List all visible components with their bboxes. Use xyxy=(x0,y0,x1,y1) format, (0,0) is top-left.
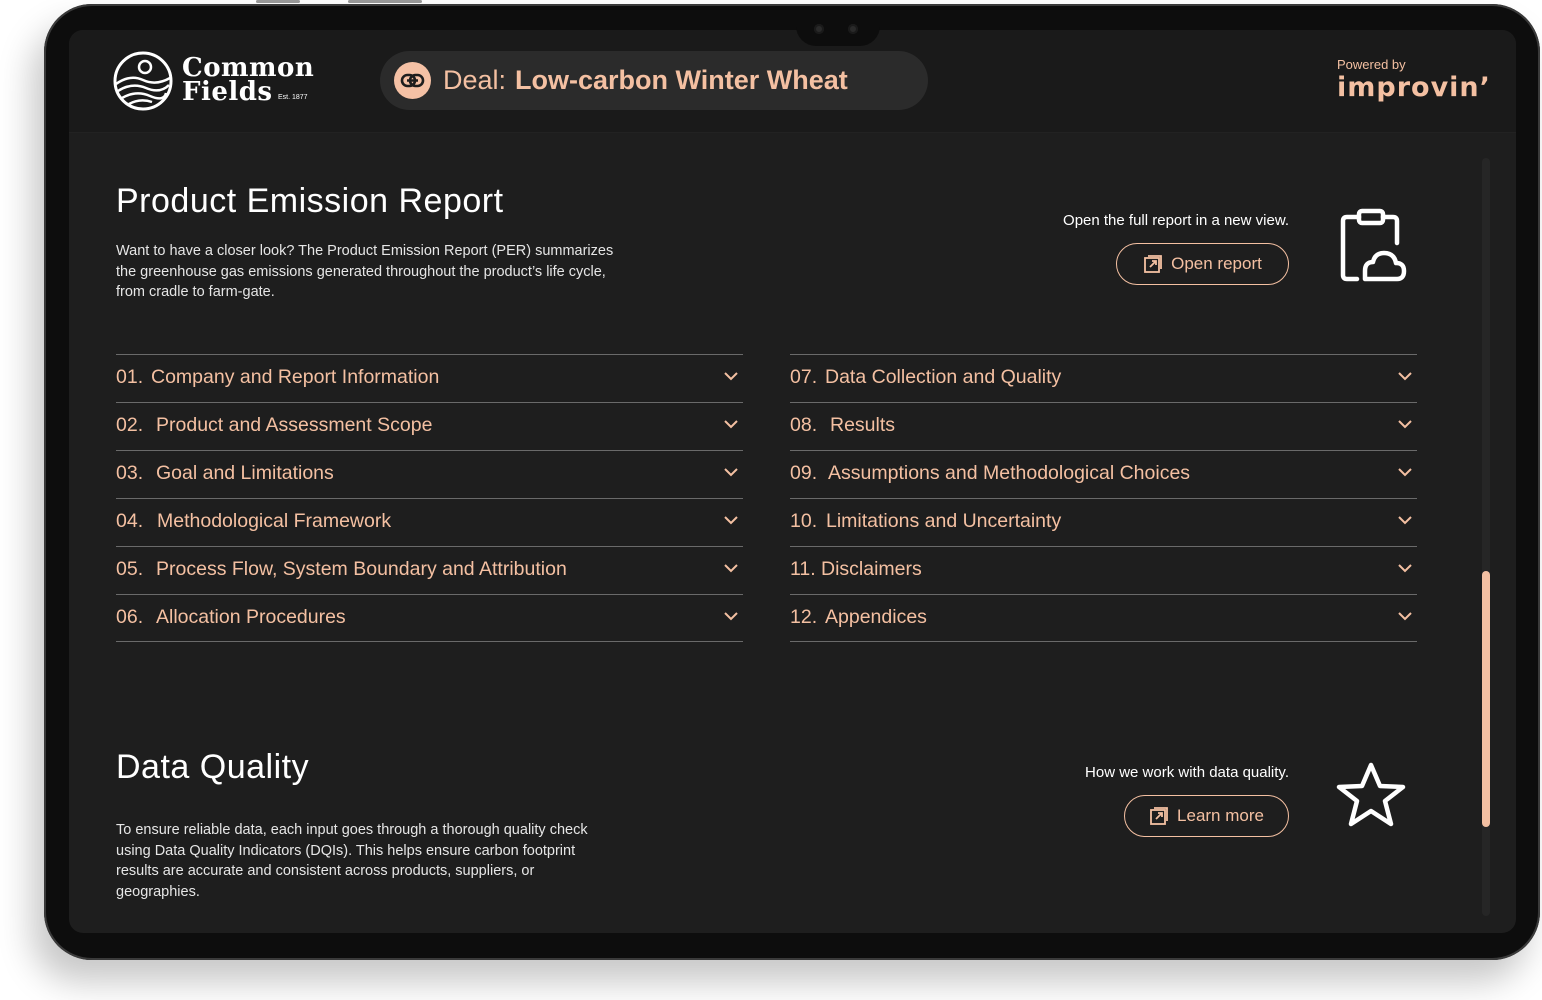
logo-emblem-icon xyxy=(113,51,173,111)
accordion-item[interactable]: 02. Product and Assessment Scope xyxy=(116,402,743,450)
accordion-number: 08. xyxy=(790,414,818,436)
per-description: Want to have a closer look? The Product … xyxy=(116,243,614,300)
accordion-number: 09. xyxy=(790,462,818,484)
accordion-label: Methodological Framework xyxy=(157,510,392,532)
accordion-label: Appendices xyxy=(825,606,927,628)
chevron-down-icon xyxy=(724,612,738,621)
chevron-down-icon xyxy=(724,372,738,381)
accordion-item[interactable]: 05. Process Flow, System Boundary and At… xyxy=(116,546,743,594)
external-link-icon xyxy=(1144,255,1163,273)
accordion-label: Limitations and Uncertainty xyxy=(826,510,1062,532)
accordion-item[interactable]: 06. Allocation Procedures xyxy=(116,594,743,642)
accordion-item[interactable]: 01. Company and Report Information xyxy=(116,354,743,402)
learn-more-label: Learn more xyxy=(1177,806,1264,825)
chevron-down-icon xyxy=(724,516,738,525)
star-icon xyxy=(1336,762,1406,827)
chevron-down-icon xyxy=(724,564,738,573)
link-icon xyxy=(394,62,431,99)
deal-pill[interactable]: Deal: Low-carbon Winter Wheat xyxy=(380,51,928,110)
chevron-down-icon xyxy=(1398,612,1412,621)
accordion-label: Product and Assessment Scope xyxy=(156,414,433,436)
open-report-button[interactable]: Open report xyxy=(1116,243,1289,285)
deal-prefix: Deal: xyxy=(443,65,507,95)
accordion-label: Goal and Limitations xyxy=(156,462,334,484)
accordion-number: 03. xyxy=(116,462,144,484)
device-button xyxy=(256,0,300,3)
per-title: Product Emission Report xyxy=(116,182,504,220)
chevron-down-icon xyxy=(1398,372,1412,381)
accordion-number: 06. xyxy=(116,606,144,628)
accordion-item[interactable]: 04. Methodological Framework xyxy=(116,498,743,546)
accordion-number: 04. xyxy=(116,510,144,532)
accordion-label: Company and Report Information xyxy=(151,366,440,388)
app-header: Common Fields Est. 1877 Deal: Low-carbon… xyxy=(69,30,1516,133)
sensor-icon xyxy=(848,24,858,34)
dq-title: Data Quality xyxy=(116,748,310,786)
per-sections-right: 07. Data Collection and Quality 08. Resu… xyxy=(790,354,1417,642)
chevron-down-icon xyxy=(1398,420,1412,429)
open-report-label: Open report xyxy=(1171,254,1262,273)
app-screen: Common Fields Est. 1877 Deal: Low-carbon… xyxy=(69,30,1516,933)
accordion-item[interactable]: 03. Goal and Limitations xyxy=(116,450,743,498)
improvin-logo[interactable]: improvin’ xyxy=(1337,72,1491,103)
accordion-label: Results xyxy=(830,414,896,436)
dq-description: To ensure reliable data, each input goes… xyxy=(116,822,588,900)
accordion-label: Process Flow, System Boundary and Attrib… xyxy=(156,558,567,580)
camera-icon xyxy=(814,24,824,34)
accordion-number: 01. xyxy=(116,366,144,388)
accordion-label: Disclaimers xyxy=(821,558,922,580)
per-sections-left: 01. Company and Report Information 02. P… xyxy=(116,354,743,642)
accordion-item[interactable]: 12. Appendices xyxy=(790,594,1417,642)
clipboard-cloud-icon xyxy=(1340,208,1407,282)
deal-name: Low-carbon Winter Wheat xyxy=(515,65,848,95)
chevron-down-icon xyxy=(1398,468,1412,477)
accordion-item[interactable]: 08. Results xyxy=(790,402,1417,450)
accordion-number: 11. xyxy=(790,558,816,580)
device-button xyxy=(348,0,422,3)
scrollbar-thumb[interactable] xyxy=(1482,571,1490,827)
accordion-number: 02. xyxy=(116,414,144,436)
chevron-down-icon xyxy=(1398,564,1412,573)
chevron-down-icon xyxy=(1398,516,1412,525)
chevron-down-icon xyxy=(724,420,738,429)
accordion-number: 05. xyxy=(116,558,144,580)
per-cta-caption: Open the full report in a new view. xyxy=(1063,212,1289,229)
accordion-item[interactable]: 09. Assumptions and Methodological Choic… xyxy=(790,450,1417,498)
external-link-icon xyxy=(1150,807,1168,825)
accordion-item[interactable]: 10. Limitations and Uncertainty xyxy=(790,498,1417,546)
accordion-number: 12. xyxy=(790,606,818,628)
accordion-label: Allocation Procedures xyxy=(156,606,346,628)
accordion-item[interactable]: 11. Disclaimers xyxy=(790,546,1417,594)
dq-cta-caption: How we work with data quality. xyxy=(1085,764,1289,781)
common-fields-logo[interactable]: Common Fields Est. 1877 xyxy=(112,50,314,112)
accordion-item[interactable]: 07. Data Collection and Quality xyxy=(790,354,1417,402)
logo-established: Est. 1877 xyxy=(278,94,308,101)
chevron-down-icon xyxy=(724,468,738,477)
powered-by-label: Powered by xyxy=(1337,57,1406,72)
camera-notch xyxy=(796,16,880,46)
accordion-label: Assumptions and Methodological Choices xyxy=(828,462,1191,484)
learn-more-button[interactable]: Learn more xyxy=(1124,795,1289,837)
accordion-number: 10. xyxy=(790,510,818,532)
accordion-number: 07. xyxy=(790,366,818,388)
accordion-label: Data Collection and Quality xyxy=(825,366,1062,388)
